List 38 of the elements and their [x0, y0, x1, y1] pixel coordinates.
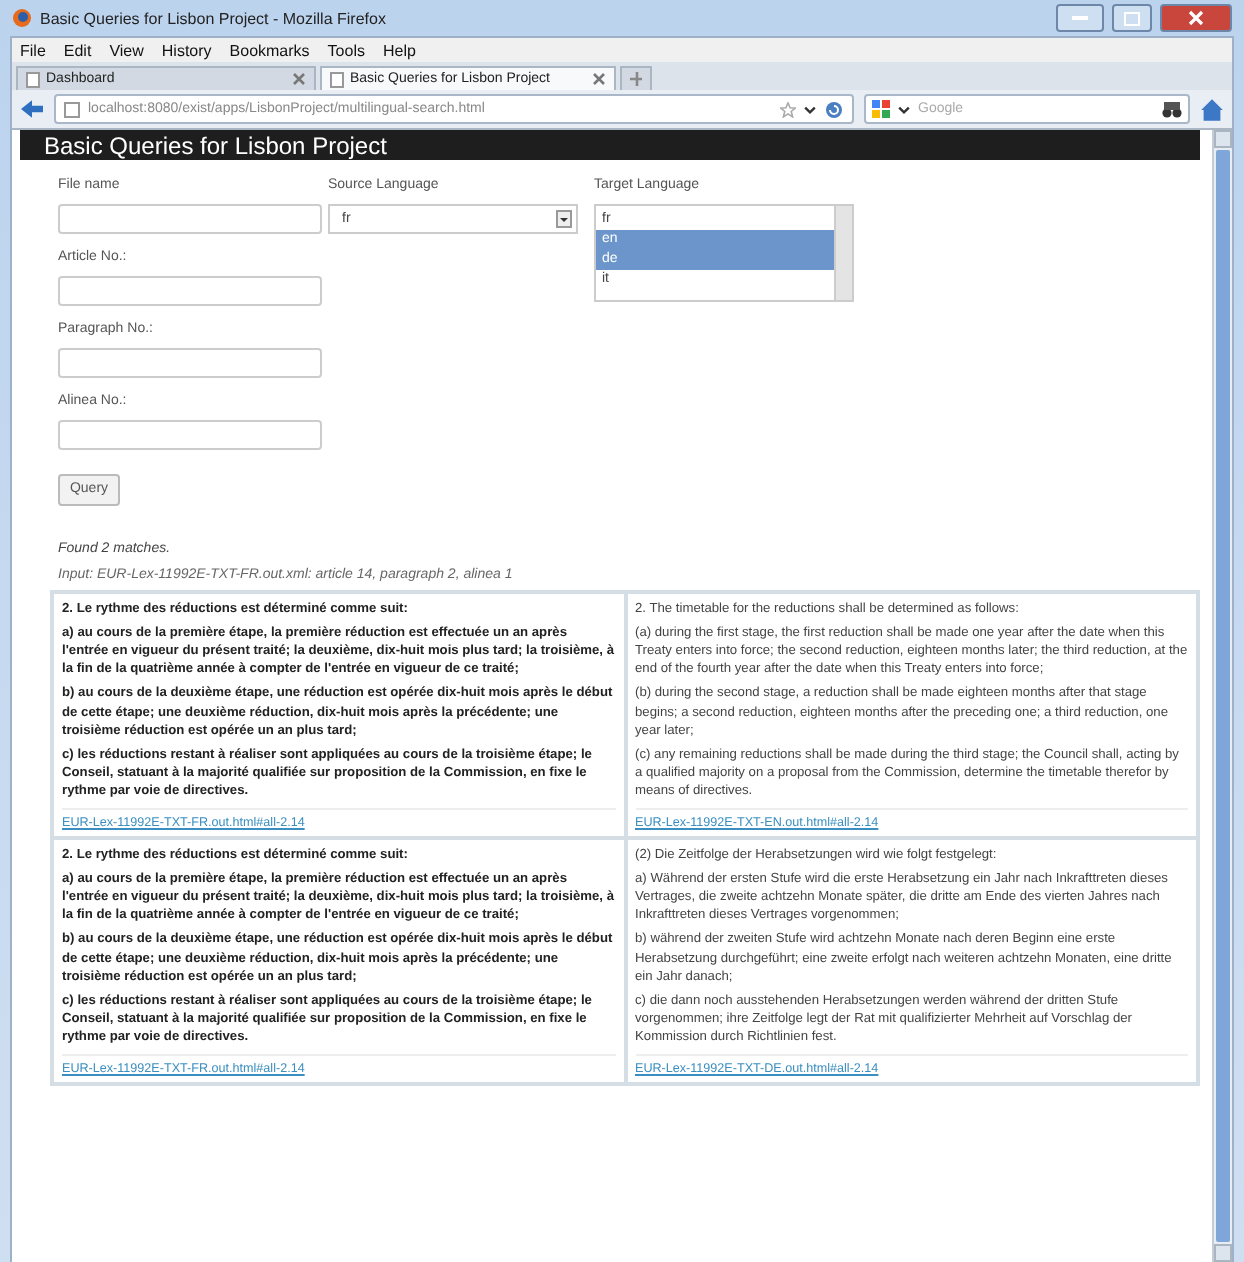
close-icon[interactable] — [292, 72, 306, 86]
page-icon — [64, 101, 80, 117]
page-icon — [330, 71, 344, 87]
menu-item[interactable]: Help — [382, 41, 416, 59]
home-icon[interactable] — [1200, 97, 1224, 121]
google-icon — [872, 100, 890, 118]
maximize-icon — [1124, 11, 1140, 25]
close-button[interactable] — [1160, 4, 1232, 32]
firefox-icon — [12, 8, 32, 28]
menu-item[interactable]: Edit — [63, 41, 92, 59]
file-name-field[interactable] — [58, 204, 322, 234]
binoculars-icon[interactable] — [1162, 99, 1182, 119]
page-title: Basic Queries for Lisbon Project — [44, 131, 387, 159]
maximize-button[interactable] — [1112, 4, 1152, 32]
menu-item[interactable]: Bookmarks — [229, 41, 310, 59]
caret-icon[interactable] — [804, 103, 816, 115]
paragraph-no-field[interactable] — [58, 348, 322, 378]
menu-item[interactable]: View — [109, 41, 144, 59]
scrollbar[interactable] — [1212, 130, 1232, 1262]
window-title: Basic Queries for Lisbon Project - Mozilla Firefox — [40, 9, 388, 27]
page-icon — [26, 71, 40, 87]
star-icon[interactable] — [780, 101, 796, 117]
back-icon[interactable] — [20, 98, 44, 120]
caret-icon[interactable] — [898, 103, 910, 115]
menu-item[interactable]: History — [161, 41, 212, 59]
new-tab-button[interactable] — [620, 66, 652, 90]
scrollbar[interactable] — [834, 206, 852, 300]
plus-icon — [630, 72, 642, 86]
article-no-field[interactable] — [58, 276, 322, 306]
menu-item[interactable]: Tools — [327, 41, 365, 59]
reload-icon[interactable] — [824, 99, 844, 119]
menu-item[interactable]: File — [20, 41, 46, 59]
close-icon — [1188, 10, 1204, 26]
caret-icon — [556, 210, 572, 228]
close-icon[interactable] — [592, 72, 606, 86]
alinea-no-field[interactable] — [58, 420, 322, 450]
minimize-button[interactable] — [1056, 4, 1104, 32]
minimize-icon — [1072, 15, 1088, 21]
